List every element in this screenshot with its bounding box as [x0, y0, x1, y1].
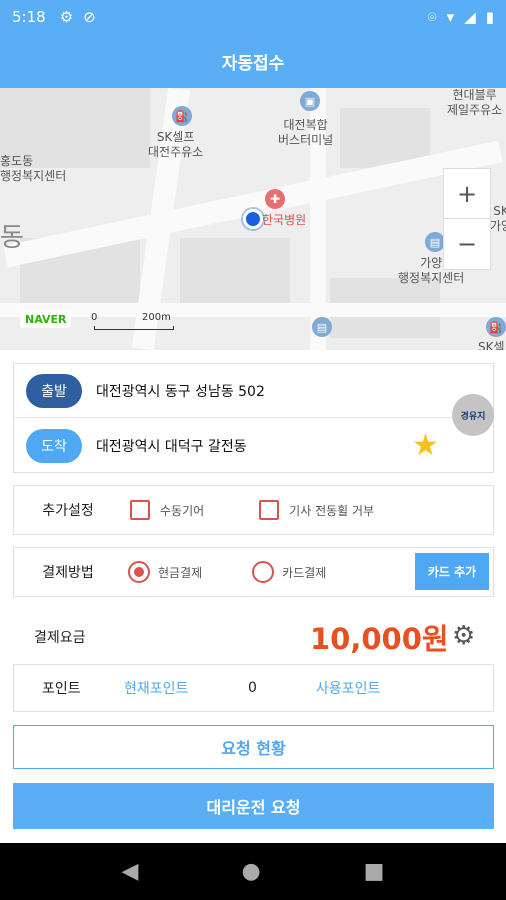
radio-selected-dot — [134, 567, 144, 577]
current-points-label[interactable]: 현재포인트 — [124, 678, 188, 698]
status-time: 5:18 — [12, 8, 46, 26]
cash-option[interactable]: 현금결제 — [128, 561, 202, 583]
refuse-call-option[interactable]: 기사 전동휠 거부 — [259, 500, 374, 520]
departure-address[interactable]: 대전광역시 동구 성남동 502 — [96, 381, 265, 401]
naver-logo: NAVER — [20, 311, 72, 328]
battery-icon: ▮ — [485, 8, 494, 26]
zoom-in-button[interactable]: + — [444, 169, 490, 219]
cash-radio[interactable] — [128, 561, 150, 583]
current-points-value: 0 — [248, 680, 257, 696]
arrival-address[interactable]: 대전광역시 대덕구 갈전동 — [96, 436, 247, 456]
request-status-button[interactable]: 요청 현황 — [13, 725, 494, 769]
points-label: 포인트 — [42, 681, 81, 697]
scale-start: 0 — [91, 312, 98, 323]
building-icon: ▤ — [312, 317, 332, 337]
map-label-bus-terminal: 대전복합 버스터미널 — [278, 118, 334, 147]
gas-station-icon: ⛽ — [172, 106, 192, 126]
back-icon[interactable]: ◀ — [122, 859, 139, 884]
card-option[interactable]: 카드결제 — [252, 561, 326, 583]
home-icon[interactable]: ● — [241, 859, 260, 884]
cash-label: 현금결제 — [158, 565, 203, 580]
options-label: 추가설정 — [42, 503, 94, 519]
fare-value: 10,000원 — [310, 622, 449, 656]
route-card: 출발 대전광역시 동구 성남동 502 도착 대전광역시 대덕구 갈전동 ★ 경… — [13, 363, 494, 473]
departure-badge: 출발 — [26, 373, 82, 408]
signal-icon: ◢ — [464, 8, 476, 26]
map-label-sk-bottom: SK셀 — [478, 340, 505, 350]
location-icon: ⌾ — [427, 8, 437, 26]
fare-label: 결제요금 — [34, 630, 86, 646]
favorite-star-icon[interactable]: ★ — [412, 431, 439, 461]
bus-icon: ▣ — [300, 91, 320, 111]
map-label-sk-self: SK셀프 대전주유소 — [148, 130, 204, 159]
gas-station-icon: ⛽ — [486, 317, 506, 337]
hospital-icon: ✚ — [265, 189, 285, 209]
points-row: 포인트 현재포인트 0 사용포인트 — [13, 664, 494, 712]
arrival-row[interactable]: 도착 대전광역시 대덕구 갈전동 ★ — [14, 419, 493, 473]
map-block — [180, 238, 290, 308]
payment-row: 결제방법 현금결제 카드결제 카드 추가 — [13, 547, 494, 597]
map-label-hyundai: 현대블루 제일주유소 — [447, 88, 503, 117]
navigation-bar: ◀ ● ■ — [0, 843, 506, 900]
map-road — [0, 303, 506, 317]
via-button[interactable]: 경유지 — [452, 394, 494, 436]
payment-label: 결제방법 — [42, 565, 94, 581]
app-bar: 자동접수 — [0, 34, 506, 88]
status-bar: 5:18 ⚙ ⊘ ⌾ ▾ ◢ ▮ — [0, 0, 506, 34]
current-location-marker — [243, 209, 263, 229]
map-label-hospital: 한국병원 — [262, 213, 307, 227]
map-view[interactable]: ⛽ SK셀프 대전주유소 ▣ 대전복합 버스터미널 현대블루 제일주유소 홍도동 행정복… — [0, 88, 506, 350]
building-icon: ▤ — [425, 232, 445, 252]
refuse-call-label: 기사 전동휠 거부 — [289, 503, 375, 518]
recents-icon[interactable]: ■ — [364, 859, 385, 884]
sync-icon: ⊘ — [83, 8, 96, 26]
driver-request-button[interactable]: 대리운전 요청 — [13, 783, 494, 829]
refuse-call-checkbox[interactable] — [259, 500, 280, 520]
map-label-hongdo: 홍도동 행정복지센터 — [0, 154, 67, 183]
use-points-link[interactable]: 사용포인트 — [316, 678, 380, 698]
fare-row: 결제요금 10,000원 ⚙ — [0, 610, 506, 664]
gear-icon: ⚙ — [59, 8, 74, 26]
manual-gear-option[interactable]: 수동기어 — [130, 500, 204, 520]
wifi-icon: ▾ — [446, 8, 455, 26]
map-label-dong: 동 — [0, 223, 24, 253]
manual-gear-label: 수동기어 — [160, 503, 205, 518]
options-row: 추가설정 수동기어 기사 전동휠 거부 — [13, 485, 494, 535]
arrival-badge: 도착 — [26, 429, 82, 463]
zoom-control: + − — [443, 168, 491, 270]
manual-gear-checkbox[interactable] — [130, 500, 150, 520]
card-radio[interactable] — [252, 561, 275, 583]
departure-row[interactable]: 출발 대전광역시 동구 성남동 502 — [14, 364, 493, 418]
card-label: 카드결제 — [282, 565, 327, 580]
zoom-out-button[interactable]: − — [444, 219, 490, 269]
map-label-sk-right: SK가양 — [490, 204, 506, 233]
page-title: 자동접수 — [221, 53, 285, 74]
gear-icon[interactable]: ⚙ — [452, 622, 475, 650]
add-card-button[interactable]: 카드 추가 — [415, 553, 489, 590]
scale-end: 200m — [142, 312, 171, 323]
scale-bar — [94, 326, 174, 330]
